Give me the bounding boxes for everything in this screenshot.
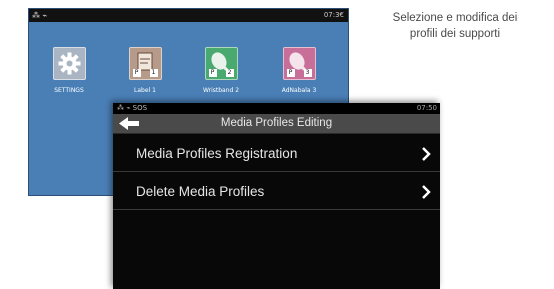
menu-item-label: Media Profiles Registration bbox=[136, 146, 298, 161]
screen-title: Media Profiles Editing bbox=[220, 117, 333, 129]
status-clock: 07:50 bbox=[416, 104, 437, 112]
gear-icon bbox=[52, 47, 86, 80]
menu-item-media-profiles-registration[interactable]: Media Profiles Registration bbox=[113, 140, 440, 168]
app-wristband-3[interactable]: P 3 AdNabala 3 bbox=[279, 47, 319, 94]
caption: Selezione e modifica dei profili dei sup… bbox=[358, 10, 552, 42]
home-status-bar: ⁂ ⌁ 07:3€ bbox=[29, 9, 348, 22]
app-label-1[interactable]: P 1 Label 1 bbox=[125, 47, 165, 94]
caption-line: profili dei supporti bbox=[409, 28, 501, 40]
status-icons: ⁂ ⌁ SOS bbox=[117, 104, 148, 112]
app-wristband-2[interactable]: P 2 Wristband 2 bbox=[201, 47, 241, 94]
app-label: SETTINGS bbox=[54, 87, 84, 94]
home-clock: 07:3€ bbox=[323, 11, 344, 19]
menu-item-label: Delete Media Profiles bbox=[136, 184, 265, 199]
app-label: Label 1 bbox=[134, 87, 156, 94]
home-status-icons: ⁂ ⌁ bbox=[32, 11, 48, 20]
status-bar: ⁂ ⌁ SOS 07:50 bbox=[113, 103, 440, 114]
wristband-icon: P 2 bbox=[204, 47, 238, 80]
app-settings[interactable]: SETTINGS bbox=[49, 47, 89, 94]
app-label: Wristband 2 bbox=[202, 87, 240, 94]
divider bbox=[113, 209, 440, 210]
chevron-right-icon bbox=[422, 185, 431, 199]
wristband-icon: P 3 bbox=[282, 47, 316, 80]
divider bbox=[113, 171, 440, 172]
chevron-right-icon bbox=[422, 147, 431, 161]
label-icon: P 1 bbox=[128, 47, 162, 80]
caption-line: Selezione e modifica dei bbox=[392, 12, 518, 24]
media-profiles-screen: ⁂ ⌁ SOS 07:50 Media Profiles Editing Med… bbox=[113, 103, 440, 289]
menu-item-delete-media-profiles[interactable]: Delete Media Profiles bbox=[113, 178, 440, 206]
app-label: AdNabala 3 bbox=[281, 87, 317, 94]
title-bar: Media Profiles Editing bbox=[113, 114, 440, 134]
